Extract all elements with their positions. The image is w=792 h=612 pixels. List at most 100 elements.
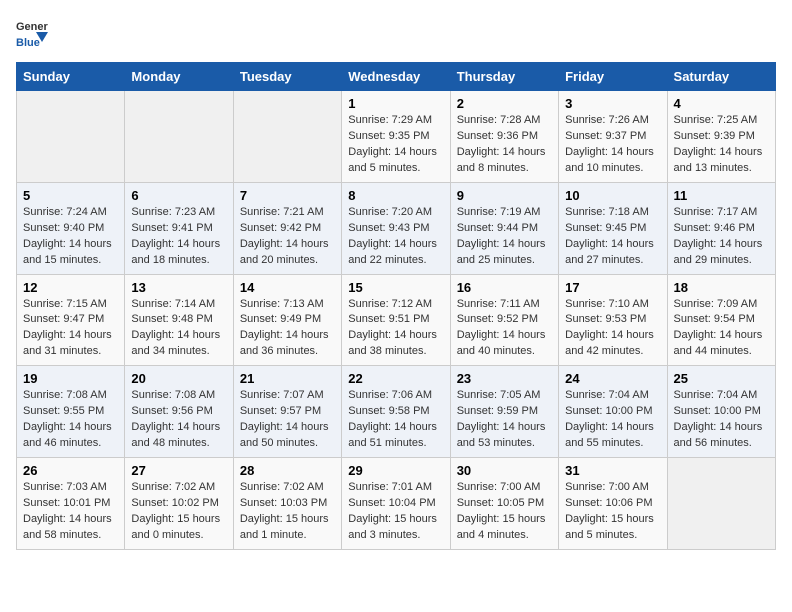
day-number: 5 (23, 188, 118, 203)
day-number: 17 (565, 280, 660, 295)
calendar-cell: 31 Sunrise: 7:00 AM Sunset: 10:06 PM Dayl… (559, 458, 667, 550)
day-number: 14 (240, 280, 335, 295)
calendar-cell: 3 Sunrise: 7:26 AM Sunset: 9:37 PM Daylig… (559, 91, 667, 183)
calendar-week-4: 19 Sunrise: 7:08 AM Sunset: 9:55 PM Dayli… (17, 366, 776, 458)
calendar-cell: 20 Sunrise: 7:08 AM Sunset: 9:56 PM Dayli… (125, 366, 233, 458)
day-number: 19 (23, 371, 118, 386)
calendar-cell: 23 Sunrise: 7:05 AM Sunset: 9:59 PM Dayli… (450, 366, 558, 458)
calendar-cell: 28 Sunrise: 7:02 AM Sunset: 10:03 PM Dayl… (233, 458, 341, 550)
day-number: 24 (565, 371, 660, 386)
day-number: 22 (348, 371, 443, 386)
day-number: 30 (457, 463, 552, 478)
calendar-cell: 6Sunrise: 7:23 AM Sunset: 9:41 PM Daylig… (125, 182, 233, 274)
calendar-week-5: 26 Sunrise: 7:03 AM Sunset: 10:01 PM Dayl… (17, 458, 776, 550)
day-number: 9 (457, 188, 552, 203)
day-number: 12 (23, 280, 118, 295)
calendar-cell: 25 Sunrise: 7:04 AM Sunset: 10:00 PM Dayl… (667, 366, 775, 458)
day-info: Sunrise: 7:02 AM Sunset: 10:03 PM Daylig… (240, 480, 335, 544)
calendar-cell: 15 Sunrise: 7:12 AM Sunset: 9:51 PM Dayli… (342, 274, 450, 366)
calendar-cell: 16 Sunrise: 7:11 AM Sunset: 9:52 PM Dayli… (450, 274, 558, 366)
day-number: 27 (131, 463, 226, 478)
header-sunday: Sunday (17, 63, 125, 91)
day-number: 18 (674, 280, 769, 295)
day-info: Sunrise: 7:07 AM Sunset: 9:57 PM Dayligh… (240, 388, 335, 452)
day-info: Sunrise: 7:01 AM Sunset: 10:04 PM Daylig… (348, 480, 443, 544)
day-info: Sunrise: 7:03 AM Sunset: 10:01 PM Daylig… (23, 480, 118, 544)
day-number: 20 (131, 371, 226, 386)
calendar-cell: 30 Sunrise: 7:00 AM Sunset: 10:05 PM Dayl… (450, 458, 558, 550)
day-info: Sunrise: 7:15 AM Sunset: 9:47 PM Dayligh… (23, 297, 118, 361)
day-number: 4 (674, 96, 769, 111)
day-info: Sunrise: 7:19 AM Sunset: 9:44 PM Dayligh… (457, 205, 552, 269)
day-number: 11 (674, 188, 769, 203)
calendar-cell: 14Sunrise: 7:13 AM Sunset: 9:49 PM Dayli… (233, 274, 341, 366)
day-number: 13 (131, 280, 226, 295)
day-info: Sunrise: 7:26 AM Sunset: 9:37 PM Dayligh… (565, 113, 660, 177)
calendar-cell (125, 91, 233, 183)
day-number: 31 (565, 463, 660, 478)
day-number: 21 (240, 371, 335, 386)
calendar-header-row: SundayMondayTuesdayWednesdayThursdayFrid… (17, 63, 776, 91)
day-info: Sunrise: 7:04 AM Sunset: 10:00 PM Daylig… (565, 388, 660, 452)
calendar-cell (667, 458, 775, 550)
day-info: Sunrise: 7:10 AM Sunset: 9:53 PM Dayligh… (565, 297, 660, 361)
day-number: 6 (131, 188, 226, 203)
day-info: Sunrise: 7:11 AM Sunset: 9:52 PM Dayligh… (457, 297, 552, 361)
calendar-cell: 18Sunrise: 7:09 AM Sunset: 9:54 PM Dayli… (667, 274, 775, 366)
day-number: 15 (348, 280, 443, 295)
day-number: 26 (23, 463, 118, 478)
day-info: Sunrise: 7:21 AM Sunset: 9:42 PM Dayligh… (240, 205, 335, 269)
day-info: Sunrise: 7:08 AM Sunset: 9:56 PM Dayligh… (131, 388, 226, 452)
day-number: 25 (674, 371, 769, 386)
calendar-cell: 22 Sunrise: 7:06 AM Sunset: 9:58 PM Dayli… (342, 366, 450, 458)
calendar-cell: 13 Sunrise: 7:14 AM Sunset: 9:48 PM Dayli… (125, 274, 233, 366)
calendar-cell: 11 Sunrise: 7:17 AM Sunset: 9:46 PM Dayli… (667, 182, 775, 274)
header-friday: Friday (559, 63, 667, 91)
day-number: 16 (457, 280, 552, 295)
day-number: 28 (240, 463, 335, 478)
calendar-cell: 17 Sunrise: 7:10 AM Sunset: 9:53 PM Dayli… (559, 274, 667, 366)
day-info: Sunrise: 7:12 AM Sunset: 9:51 PM Dayligh… (348, 297, 443, 361)
calendar-cell: 9 Sunrise: 7:19 AM Sunset: 9:44 PM Daylig… (450, 182, 558, 274)
calendar-cell: 21 Sunrise: 7:07 AM Sunset: 9:57 PM Dayli… (233, 366, 341, 458)
calendar-cell: 26 Sunrise: 7:03 AM Sunset: 10:01 PM Dayl… (17, 458, 125, 550)
calendar-cell: 7 Sunrise: 7:21 AM Sunset: 9:42 PM Daylig… (233, 182, 341, 274)
header-monday: Monday (125, 63, 233, 91)
day-info: Sunrise: 7:04 AM Sunset: 10:00 PM Daylig… (674, 388, 769, 452)
day-number: 10 (565, 188, 660, 203)
header-saturday: Saturday (667, 63, 775, 91)
calendar-cell: 19 Sunrise: 7:08 AM Sunset: 9:55 PM Dayli… (17, 366, 125, 458)
day-info: Sunrise: 7:28 AM Sunset: 9:36 PM Dayligh… (457, 113, 552, 177)
day-info: Sunrise: 7:25 AM Sunset: 9:39 PM Dayligh… (674, 113, 769, 177)
calendar-week-1: 1Sunrise: 7:29 AM Sunset: 9:35 PM Daylig… (17, 91, 776, 183)
day-number: 3 (565, 96, 660, 111)
calendar-cell: 12 Sunrise: 7:15 AM Sunset: 9:47 PM Dayli… (17, 274, 125, 366)
day-info: Sunrise: 7:05 AM Sunset: 9:59 PM Dayligh… (457, 388, 552, 452)
day-info: Sunrise: 7:18 AM Sunset: 9:45 PM Dayligh… (565, 205, 660, 269)
day-info: Sunrise: 7:14 AM Sunset: 9:48 PM Dayligh… (131, 297, 226, 361)
day-number: 8 (348, 188, 443, 203)
calendar-table: SundayMondayTuesdayWednesdayThursdayFrid… (16, 62, 776, 550)
day-info: Sunrise: 7:24 AM Sunset: 9:40 PM Dayligh… (23, 205, 118, 269)
calendar-cell: 2Sunrise: 7:28 AM Sunset: 9:36 PM Daylig… (450, 91, 558, 183)
svg-text:General: General (16, 21, 48, 33)
day-info: Sunrise: 7:06 AM Sunset: 9:58 PM Dayligh… (348, 388, 443, 452)
day-info: Sunrise: 7:00 AM Sunset: 10:06 PM Daylig… (565, 480, 660, 544)
day-info: Sunrise: 7:08 AM Sunset: 9:55 PM Dayligh… (23, 388, 118, 452)
day-info: Sunrise: 7:20 AM Sunset: 9:43 PM Dayligh… (348, 205, 443, 269)
day-number: 1 (348, 96, 443, 111)
day-number: 7 (240, 188, 335, 203)
logo: General Blue (16, 16, 48, 52)
calendar-cell: 1Sunrise: 7:29 AM Sunset: 9:35 PM Daylig… (342, 91, 450, 183)
day-info: Sunrise: 7:00 AM Sunset: 10:05 PM Daylig… (457, 480, 552, 544)
calendar-cell (17, 91, 125, 183)
calendar-cell: 24 Sunrise: 7:04 AM Sunset: 10:00 PM Dayl… (559, 366, 667, 458)
calendar-cell: 29 Sunrise: 7:01 AM Sunset: 10:04 PM Dayl… (342, 458, 450, 550)
header-thursday: Thursday (450, 63, 558, 91)
calendar-cell: 4 Sunrise: 7:25 AM Sunset: 9:39 PM Daylig… (667, 91, 775, 183)
day-info: Sunrise: 7:17 AM Sunset: 9:46 PM Dayligh… (674, 205, 769, 269)
day-number: 29 (348, 463, 443, 478)
day-info: Sunrise: 7:02 AM Sunset: 10:02 PM Daylig… (131, 480, 226, 544)
day-number: 23 (457, 371, 552, 386)
header: General Blue (16, 16, 776, 52)
